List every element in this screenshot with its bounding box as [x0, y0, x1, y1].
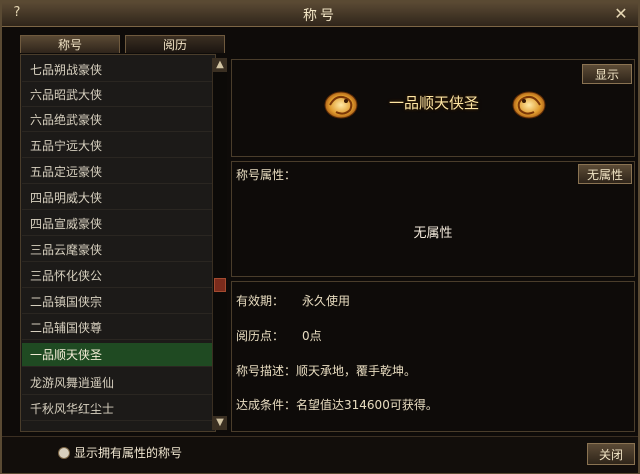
experience-label: 阅历点：	[236, 329, 285, 343]
list-item[interactable]: 五品宁远大侠	[22, 134, 212, 158]
list-item[interactable]: 六品绝武豪侠	[22, 108, 212, 132]
checkbox-label: 显示拥有属性的称号	[74, 446, 183, 460]
scroll-down-icon[interactable]: ▼	[213, 416, 227, 430]
list-item[interactable]: 龙游风舞逍遥仙	[22, 371, 212, 395]
validity-row: 有效期： 永久使用	[236, 292, 350, 309]
scroll-up-icon[interactable]: ▲	[213, 58, 227, 72]
footer-bar: 显示拥有属性的称号 关闭	[2, 436, 638, 473]
scroll-thumb[interactable]	[214, 278, 226, 292]
tab-experience[interactable]: 阅历	[125, 35, 225, 53]
properties-value: 无属性	[413, 226, 453, 241]
description-value: 顺天承地，覆手乾坤。	[296, 364, 417, 378]
description-row: 称号描述：顺天承地，覆手乾坤。	[236, 362, 416, 379]
description-label: 称号描述：	[236, 364, 297, 378]
list-item[interactable]: 四品宣威豪侠	[22, 212, 212, 236]
experience-value: 0点	[302, 329, 322, 343]
title-bar: ? 称号 ✕	[2, 2, 638, 27]
no-property-button[interactable]: 无属性	[578, 164, 632, 184]
show-with-attributes-checkbox[interactable]	[58, 447, 70, 459]
title-info-panel: 有效期： 永久使用 阅历点： 0点 称号描述：顺天承地，覆手乾坤。 达成条件：名望值…	[231, 281, 635, 432]
list-item[interactable]: 三品怀化侠公	[22, 264, 212, 288]
show-button[interactable]: 显示	[582, 64, 632, 84]
list-item[interactable]: 四品明威大侠	[22, 186, 212, 210]
list-item[interactable]: 六品昭武大侠	[22, 83, 212, 107]
banner-title-text: 一品顺天侠圣	[388, 94, 479, 112]
list-item-selected[interactable]: 一品顺天侠圣	[22, 343, 212, 367]
window-title: 称号	[303, 8, 337, 24]
list-item[interactable]: 千秋风华红尘士	[22, 397, 212, 421]
list-item[interactable]: 二品辅国侠尊	[22, 316, 212, 340]
condition-value: 名望值达314600可获得。	[296, 398, 438, 412]
title-window: ? 称号 ✕ 称号 阅历 七品朔战豪侠 六品昭武大侠 六品绝武豪侠 五品宁远大侠…	[0, 0, 640, 474]
condition-row: 达成条件：名望值达314600可获得。	[236, 396, 438, 413]
list-scrollbar[interactable]: ▲ ▼	[212, 58, 227, 430]
validity-value: 永久使用	[302, 294, 351, 308]
title-banner: 一品顺天侠圣	[320, 86, 550, 124]
tab-title[interactable]: 称号	[20, 35, 120, 53]
condition-label: 达成条件：	[236, 398, 297, 412]
list-item[interactable]: 七品朔战豪侠	[22, 58, 212, 82]
validity-label: 有效期：	[236, 294, 285, 308]
properties-label: 称号属性：	[236, 168, 297, 182]
list-item[interactable]: 二品镇国侠宗	[22, 290, 212, 314]
title-list: 七品朔战豪侠 六品昭武大侠 六品绝武豪侠 五品宁远大侠 五品定远豪侠 四品明威大…	[20, 54, 216, 432]
experience-row: 阅历点： 0点	[236, 327, 322, 344]
title-preview-panel: 显示 一品顺天侠圣	[231, 59, 635, 157]
close-icon[interactable]: ✕	[612, 4, 630, 23]
title-properties-panel: 称号属性： 无属性 无属性	[231, 161, 635, 277]
close-button[interactable]: 关闭	[587, 443, 635, 465]
list-item[interactable]: 五品定远豪侠	[22, 160, 212, 184]
list-item[interactable]: 三品云麾豪侠	[22, 238, 212, 262]
